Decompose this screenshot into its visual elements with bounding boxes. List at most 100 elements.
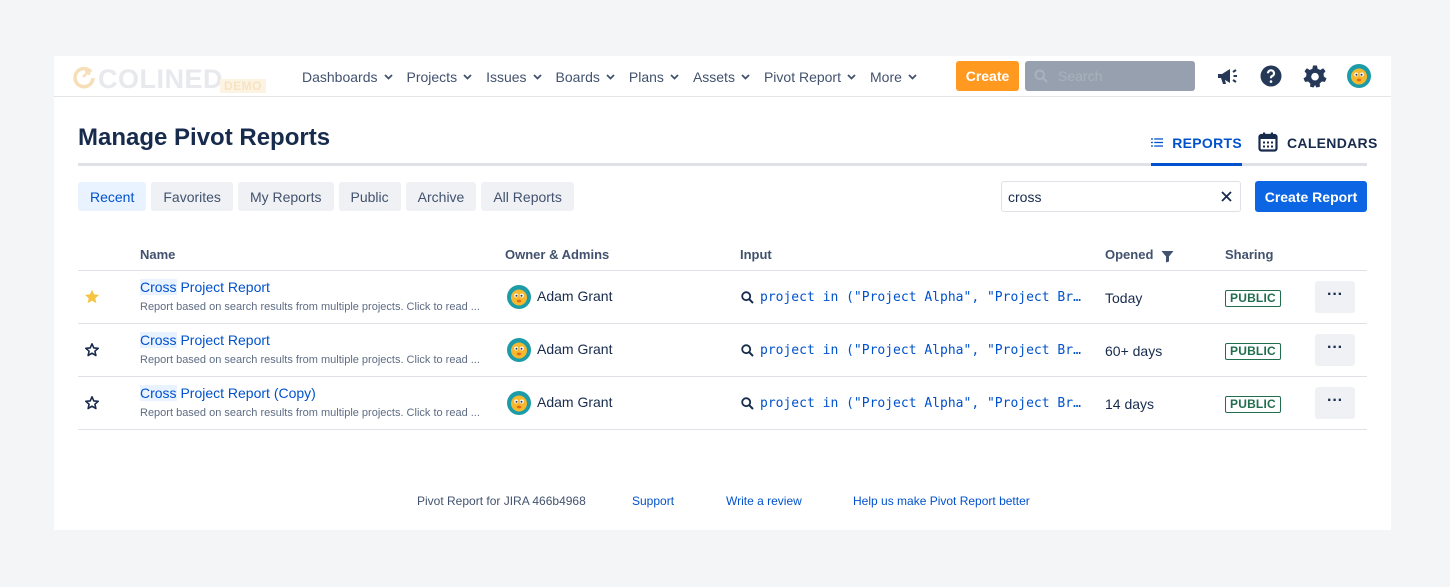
report-input-query[interactable]: project in ("Project Alpha", "Project Br… <box>760 290 1086 305</box>
footer-support-link[interactable]: Support <box>632 494 674 508</box>
megaphone-icon[interactable] <box>1215 64 1239 88</box>
more-actions-button[interactable]: ··· <box>1315 281 1355 313</box>
filter-recent[interactable]: Recent <box>78 182 147 211</box>
filter-all-reports[interactable]: All Reports <box>481 182 574 211</box>
report-name-rest: Project Report (Copy) <box>176 385 316 401</box>
owner-avatar <box>507 285 531 309</box>
nav-assets-label: Assets <box>692 68 735 85</box>
logo-icon <box>73 66 95 89</box>
chevron-down-icon <box>908 73 917 80</box>
help-icon[interactable] <box>1259 64 1283 88</box>
filter-icon[interactable] <box>1161 250 1174 263</box>
column-sharing[interactable]: Sharing <box>1225 247 1273 262</box>
owner-name[interactable]: Adam Grant <box>537 394 612 410</box>
sharing-badge: PUBLIC <box>1225 396 1281 413</box>
settings-icon[interactable] <box>1303 64 1327 88</box>
more-actions-button[interactable]: ··· <box>1315 334 1355 366</box>
report-input-query[interactable]: project in ("Project Alpha", "Project Br… <box>760 396 1086 411</box>
chevron-down-icon <box>606 73 615 80</box>
search-highlight: Cross <box>140 332 177 348</box>
nav-issues[interactable]: Issues <box>479 56 548 97</box>
search-highlight: Cross <box>140 279 177 295</box>
search-icon <box>741 344 754 357</box>
chevron-down-icon <box>463 73 472 80</box>
report-name-rest: Project Report <box>176 332 270 348</box>
filter-favorites[interactable]: Favorites <box>151 182 233 211</box>
report-description: Report based on search results from mult… <box>140 301 480 313</box>
report-name-link[interactable]: Cross Project Report <box>140 332 270 348</box>
report-input-query[interactable]: project in ("Project Alpha", "Project Br… <box>760 343 1086 358</box>
column-opened[interactable]: Opened <box>1105 247 1153 262</box>
nav-projects[interactable]: Projects <box>400 56 480 97</box>
nav-more[interactable]: More <box>863 56 924 97</box>
global-search-input[interactable] <box>1056 67 1186 85</box>
sharing-badge: PUBLIC <box>1225 290 1281 307</box>
owner-name[interactable]: Adam Grant <box>537 341 612 357</box>
search-icon <box>1034 69 1048 83</box>
nav-plans[interactable]: Plans <box>622 56 686 97</box>
report-name-link[interactable]: Cross Project Report <box>140 279 270 295</box>
owner-avatar <box>507 338 531 362</box>
main-menu: Dashboards Projects Issues Boards Plans … <box>295 56 924 97</box>
nav-projects-label: Projects <box>406 68 458 85</box>
column-input[interactable]: Input <box>740 247 772 262</box>
footer-version: Pivot Report for JIRA 466b4968 <box>417 494 586 508</box>
create-report-button[interactable]: Create Report <box>1255 181 1367 212</box>
footer-feedback-link[interactable]: Help us make Pivot Report better <box>853 494 1030 508</box>
more-actions-button[interactable]: ··· <box>1315 387 1355 419</box>
star-outline-icon[interactable] <box>84 395 100 411</box>
nav-assets[interactable]: Assets <box>686 56 757 97</box>
nav-more-label: More <box>870 68 902 85</box>
logo[interactable]: COLINED DEMO <box>72 62 272 94</box>
nav-pivot-report-label: Pivot Report <box>763 68 841 85</box>
chevron-down-icon <box>532 73 542 80</box>
opened-time: Today <box>1105 290 1143 306</box>
report-search-input[interactable] <box>1006 187 1206 206</box>
table-header: Name Owner & Admins Input Opened Sharing <box>78 244 1367 271</box>
column-name[interactable]: Name <box>140 247 175 262</box>
tab-calendars[interactable]: CALENDARS <box>1258 132 1378 166</box>
table-row: Cross Project Report (Copy) Report based… <box>78 377 1367 430</box>
search-icon <box>741 291 754 304</box>
chevron-down-icon <box>847 73 856 80</box>
opened-time: 60+ days <box>1105 343 1163 359</box>
user-avatar[interactable] <box>1347 64 1371 88</box>
chevron-down-icon <box>741 73 750 80</box>
nav-pivot-report[interactable]: Pivot Report <box>757 56 863 97</box>
close-icon[interactable] <box>1220 190 1233 203</box>
tab-reports[interactable]: REPORTS <box>1151 135 1242 166</box>
search-highlight: Cross <box>140 385 177 401</box>
calendar-icon <box>1258 132 1278 152</box>
logo-demo-badge: DEMO <box>220 79 266 93</box>
nav-dashboards-label: Dashboards <box>302 68 378 85</box>
owner-avatar <box>507 391 531 415</box>
table-row: Cross Project Report Report based on sea… <box>78 324 1367 377</box>
footer-review-link[interactable]: Write a review <box>726 494 802 508</box>
nav-boards[interactable]: Boards <box>549 56 622 97</box>
filter-public[interactable]: Public <box>338 182 401 211</box>
nav-plans-label: Plans <box>628 68 664 85</box>
star-filled-icon[interactable] <box>84 289 100 305</box>
nav-boards-label: Boards <box>555 68 600 85</box>
owner-name[interactable]: Adam Grant <box>537 288 612 304</box>
app-frame: COLINED DEMO Dashboards Projects Issues … <box>54 56 1391 530</box>
nav-issues-label: Issues <box>486 68 527 85</box>
filter-archive[interactable]: Archive <box>405 182 477 211</box>
sharing-badge: PUBLIC <box>1225 343 1281 360</box>
report-description: Report based on search results from mult… <box>140 354 480 366</box>
column-owner[interactable]: Owner & Admins <box>505 247 609 262</box>
global-search[interactable] <box>1025 61 1195 91</box>
nav-dashboards[interactable]: Dashboards <box>295 56 400 97</box>
tab-reports-label: REPORTS <box>1172 135 1242 151</box>
create-button[interactable]: Create <box>956 61 1019 91</box>
report-name-link[interactable]: Cross Project Report (Copy) <box>140 385 316 401</box>
chevron-down-icon <box>383 73 393 80</box>
report-search <box>1001 181 1241 212</box>
search-icon <box>741 397 754 410</box>
filter-tabs: Recent Favorites My Reports Public Archi… <box>78 182 574 211</box>
filter-my-reports[interactable]: My Reports <box>237 182 334 211</box>
star-outline-icon[interactable] <box>84 342 100 358</box>
report-description: Report based on search results from mult… <box>140 407 480 419</box>
report-name-rest: Project Report <box>176 279 270 295</box>
logo-wordmark: COLINED <box>98 64 223 94</box>
